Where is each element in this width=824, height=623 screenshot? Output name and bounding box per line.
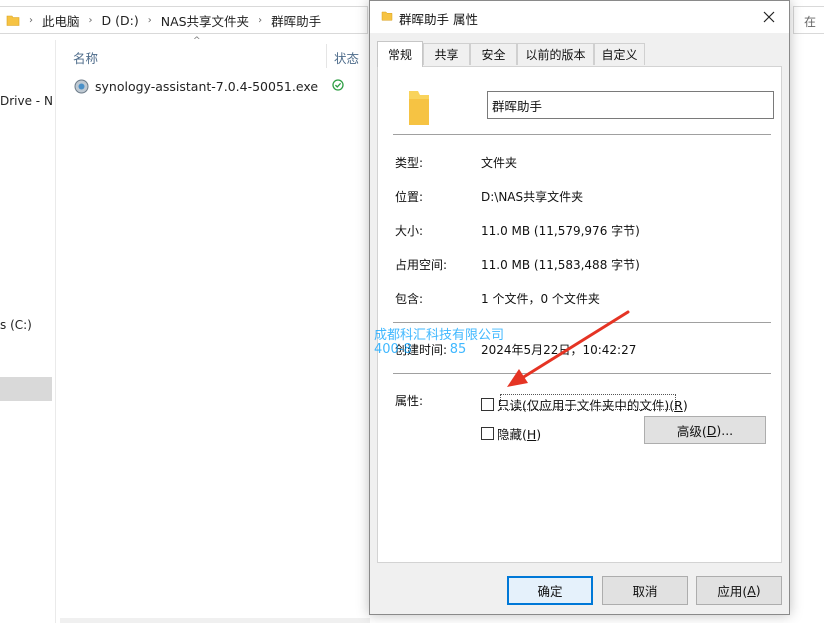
general-tab-panel: 类型: 文件夹 位置: D:\NAS共享文件夹 大小: 11.0 MB (11,… <box>377 66 782 563</box>
tab-security[interactable]: 安全 <box>470 43 517 65</box>
tab-customize[interactable]: 自定义 <box>594 43 645 65</box>
chevron-right-icon: › <box>29 14 33 26</box>
dialog-titlebar[interactable]: 群晖助手 属性 <box>370 1 789 33</box>
column-separator[interactable] <box>326 44 327 68</box>
size-on-disk-value: 11.0 MB (11,583,488 字节) <box>481 258 640 272</box>
contains-label: 包含: <box>395 292 424 306</box>
readonly-checkbox[interactable] <box>481 398 494 411</box>
search-input[interactable]: 在 <box>793 6 824 34</box>
column-header-status[interactable]: 状态 <box>334 48 359 67</box>
hidden-checkbox[interactable] <box>481 427 494 440</box>
location-label: 位置: <box>395 190 424 204</box>
divider <box>393 322 771 323</box>
folder-name-input[interactable] <box>487 91 774 119</box>
chevron-right-icon: › <box>258 14 263 26</box>
size-label: 大小: <box>395 224 424 238</box>
chevron-right-icon: › <box>88 14 93 26</box>
watermark-text: 成都科汇科技有限公司 400-8 85 <box>374 329 504 357</box>
sync-ok-icon <box>332 79 344 91</box>
breadcrumb-drive-d[interactable]: D (D:) <box>102 13 139 28</box>
location-value: D:\NAS共享文件夹 <box>481 190 584 204</box>
type-label: 类型: <box>395 156 424 170</box>
synology-exe-icon <box>74 79 89 93</box>
nav-item-onedrive[interactable]: Drive - N <box>0 94 53 108</box>
column-header-name[interactable]: 名称 <box>73 48 98 67</box>
folder-large-icon <box>409 91 429 125</box>
watermark-line-2: 400-8 85 <box>374 342 467 357</box>
breadcrumb-current-folder[interactable]: 群晖助手 <box>271 11 321 30</box>
attributes-label: 属性: <box>395 394 424 408</box>
ok-button[interactable]: 确定 <box>507 576 593 605</box>
size-value: 11.0 MB (11,579,976 字节) <box>481 224 640 238</box>
cancel-button[interactable]: 取消 <box>602 576 688 605</box>
nav-item-drive-c[interactable]: s (C:) <box>0 318 32 332</box>
breadcrumb-nas-folder[interactable]: NAS共享文件夹 <box>161 11 249 30</box>
chevron-right-icon: › <box>147 14 152 26</box>
sort-ascending-icon: ^ <box>193 36 201 46</box>
pane-divider[interactable] <box>55 40 56 623</box>
tab-sharing[interactable]: 共享 <box>423 43 470 65</box>
contains-value: 1 个文件，0 个文件夹 <box>481 292 600 306</box>
folder-icon <box>381 11 393 21</box>
navigation-pane: Drive - N s (C:) <box>0 40 53 623</box>
close-button[interactable] <box>749 1 789 33</box>
watermark-line-1: 成都科汇科技有限公司 <box>374 328 505 343</box>
tab-previous-versions[interactable]: 以前的版本 <box>517 43 594 65</box>
type-value: 文件夹 <box>481 156 518 170</box>
readonly-checkbox-label: 只读(仅应用于文件夹中的文件)(R) <box>497 398 688 413</box>
nav-item-selected-highlight[interactable] <box>0 377 52 401</box>
breadcrumb-this-pc[interactable]: 此电脑 <box>42 11 80 30</box>
apply-button[interactable]: 应用(A) <box>696 576 782 605</box>
file-list-item[interactable]: synology-assistant-7.0.4-50051.exe <box>74 76 318 96</box>
created-value: 2024年5月22日，10:42:27 <box>481 343 637 357</box>
properties-dialog: 群晖助手 属性 常规 共享 安全 以前的版本 自定义 类型: 文件夹 位置: D… <box>369 0 790 615</box>
close-icon <box>763 11 775 23</box>
horizontal-scrollbar[interactable] <box>60 618 370 623</box>
hidden-checkbox-label: 隐藏(H) <box>497 427 542 442</box>
divider <box>393 373 771 374</box>
hidden-checkbox-row[interactable]: 隐藏(H) <box>481 424 541 443</box>
divider <box>393 134 771 135</box>
address-bar[interactable]: › 此电脑 › D (D:) › NAS共享文件夹 › 群晖助手 <box>0 6 368 34</box>
advanced-button[interactable]: 高级(D)... <box>644 416 766 444</box>
tab-general[interactable]: 常规 <box>377 41 423 67</box>
file-name: synology-assistant-7.0.4-50051.exe <box>95 78 319 94</box>
folder-icon <box>6 15 20 26</box>
readonly-checkbox-row[interactable]: 只读(仅应用于文件夹中的文件)(R) <box>481 395 688 414</box>
size-on-disk-label: 占用空间: <box>395 258 448 272</box>
dialog-title: 群晖助手 属性 <box>399 12 478 27</box>
